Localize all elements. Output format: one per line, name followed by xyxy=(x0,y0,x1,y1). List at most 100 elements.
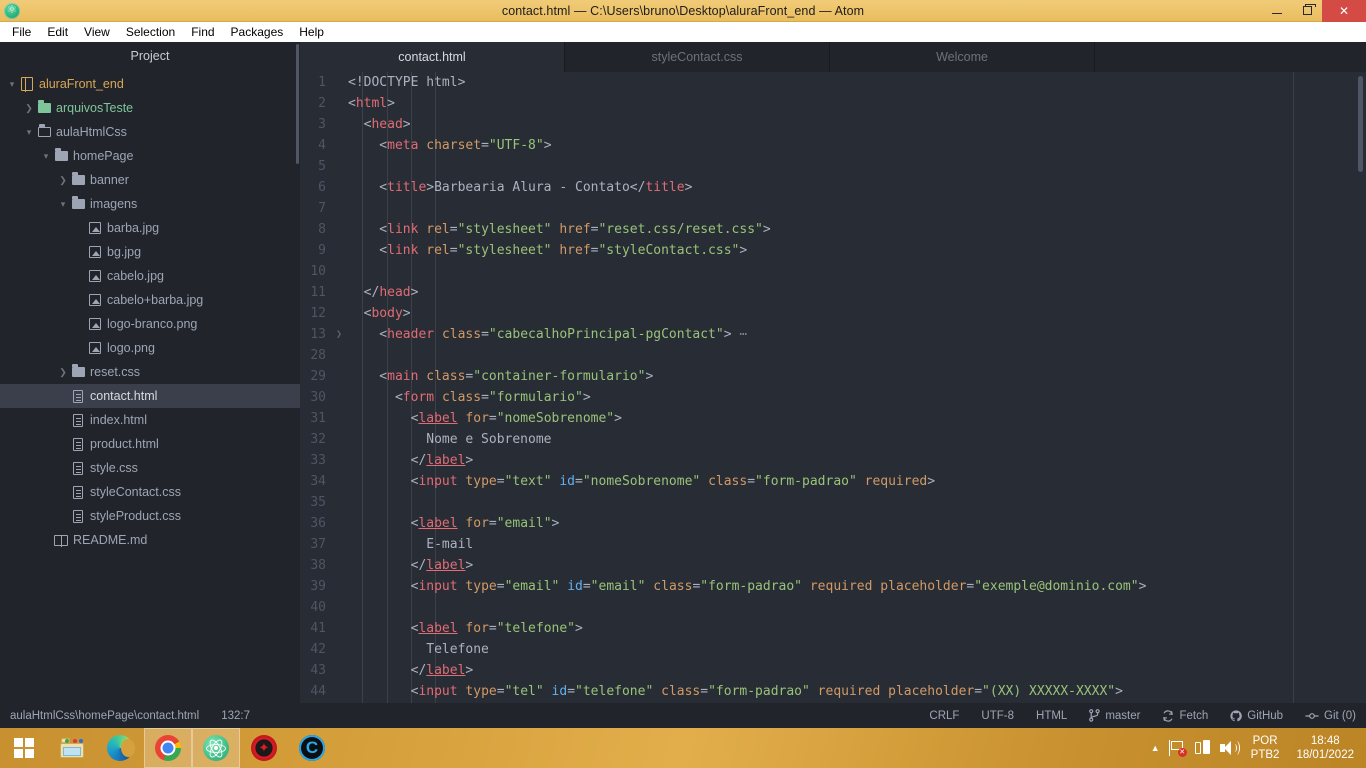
code-line: 39 <input type="email" id="email" class=… xyxy=(300,576,1366,597)
tree-item[interactable]: logo.png xyxy=(0,336,300,360)
editor-tab-label: Welcome xyxy=(936,50,988,64)
tree-item[interactable]: cabelo.jpg xyxy=(0,264,300,288)
menu-item-packages[interactable]: Packages xyxy=(223,23,292,41)
editor-scrollbar[interactable] xyxy=(1358,76,1363,172)
status-encoding[interactable]: UTF-8 xyxy=(981,710,1014,722)
code-line: 4 <meta charset="UTF-8"> xyxy=(300,135,1366,156)
tree-item[interactable]: index.html xyxy=(0,408,300,432)
tree-item[interactable]: product.html xyxy=(0,432,300,456)
status-grammar[interactable]: HTML xyxy=(1036,710,1067,722)
editor-tab[interactable]: styleContact.css xyxy=(565,42,830,72)
line-number: 44 xyxy=(300,681,334,702)
blue-c-app-button[interactable]: C xyxy=(288,728,336,768)
menu-item-find[interactable]: Find xyxy=(183,23,222,41)
status-fetch-label: Fetch xyxy=(1179,709,1209,722)
code-line-text: <body> xyxy=(348,306,411,321)
code-editor[interactable]: 1 <!DOCTYPE html> 2 <html> 3 <head> 4 <meta c… xyxy=(300,72,1366,703)
system-tray: ▲ ✕ POR PTB2 18:48 18/01/2022 xyxy=(1151,734,1366,762)
file-tree: ▾ aluraFront_end ❯ arquivosTeste ▾ aulaHtmlCs… xyxy=(0,70,300,552)
tree-item[interactable]: cabelo+barba.jpg xyxy=(0,288,300,312)
tree-item[interactable]: styleProduct.css xyxy=(0,504,300,528)
show-hidden-icons-icon[interactable]: ▲ xyxy=(1151,743,1160,753)
minimize-button[interactable] xyxy=(1262,0,1292,22)
menu-item-file[interactable]: File xyxy=(4,23,39,41)
status-github[interactable]: GitHub xyxy=(1230,710,1283,722)
tree-item[interactable]: ❯ banner xyxy=(0,168,300,192)
file-explorer-button[interactable] xyxy=(48,728,96,768)
tree-item[interactable]: style.css xyxy=(0,456,300,480)
language-indicator[interactable]: POR PTB2 xyxy=(1247,734,1284,762)
code-line: 10 xyxy=(300,261,1366,282)
chevron-down-icon[interactable]: ▾ xyxy=(57,199,69,209)
tree-item[interactable]: styleContact.css xyxy=(0,480,300,504)
network-icon[interactable] xyxy=(1194,740,1211,756)
tree-item[interactable]: bg.jpg xyxy=(0,240,300,264)
status-branch-label: master xyxy=(1105,709,1141,722)
volume-icon[interactable] xyxy=(1219,740,1240,756)
tree-item[interactable]: ▾ homePage xyxy=(0,144,300,168)
code-fold-toggle-icon[interactable]: ❯ xyxy=(334,324,344,345)
status-fetch[interactable]: Fetch xyxy=(1162,710,1208,722)
chevron-right-icon[interactable]: ❯ xyxy=(57,175,69,185)
sidebar-scrollbar[interactable] xyxy=(296,44,299,164)
tree-item[interactable]: README.md xyxy=(0,528,300,552)
sync-icon xyxy=(1162,709,1174,722)
chevron-down-icon[interactable]: ▾ xyxy=(40,151,52,161)
menu-item-selection[interactable]: Selection xyxy=(118,23,183,41)
editor-tab[interactable]: contact.html xyxy=(300,42,565,72)
folder-icon xyxy=(69,364,87,377)
clock-date: 18/01/2022 xyxy=(1296,749,1354,761)
desktop-screen: ⚛ contact.html — C:\Users\bruno\Desktop\… xyxy=(0,0,1366,768)
line-number: 4 xyxy=(300,135,334,156)
chrome-button[interactable] xyxy=(144,728,192,768)
code-fold-spacer xyxy=(334,387,344,408)
tree-item-label: index.html xyxy=(90,413,147,427)
tree-item-label: reset.css xyxy=(90,365,141,379)
status-cursor-position[interactable]: 132:7 xyxy=(221,710,250,722)
atom-button[interactable] xyxy=(192,728,240,768)
red-app-button[interactable]: ✦ xyxy=(240,728,288,768)
tree-item[interactable]: logo-branco.png xyxy=(0,312,300,336)
status-git-changes[interactable]: Git (0) xyxy=(1305,710,1356,722)
chevron-down-icon[interactable]: ▾ xyxy=(6,79,18,89)
tab-bar: contact.html styleContact.css Welcome xyxy=(300,42,1366,72)
chevron-right-icon[interactable]: ❯ xyxy=(57,367,69,377)
tree-item[interactable]: ▾ imagens xyxy=(0,192,300,216)
tree-item[interactable]: contact.html xyxy=(0,384,300,408)
tree-item-label: barba.jpg xyxy=(107,221,160,235)
close-button[interactable]: ✕ xyxy=(1322,0,1366,22)
chevron-down-icon[interactable]: ▾ xyxy=(23,127,35,137)
tree-item-label: imagens xyxy=(90,197,138,211)
maximize-button[interactable] xyxy=(1292,0,1322,22)
clock-time: 18:48 xyxy=(1310,735,1340,747)
code-line: 2 <html> xyxy=(300,93,1366,114)
tree-item[interactable]: ▾ aulaHtmlCss xyxy=(0,120,300,144)
menu-item-edit[interactable]: Edit xyxy=(39,23,76,41)
tree-item[interactable]: ▾ aluraFront_end xyxy=(0,72,300,96)
menu-item-help[interactable]: Help xyxy=(291,23,332,41)
chevron-right-icon[interactable]: ❯ xyxy=(23,103,35,113)
file-icon xyxy=(69,389,87,403)
tree-item[interactable]: ❯ reset.css xyxy=(0,360,300,384)
start-button[interactable] xyxy=(0,728,48,768)
editor-tab[interactable]: Welcome xyxy=(830,42,1095,72)
tree-item[interactable]: ❯ arquivosTeste xyxy=(0,96,300,120)
status-branch[interactable]: master xyxy=(1089,709,1140,722)
tree-item[interactable]: barba.jpg xyxy=(0,216,300,240)
code-fold-spacer xyxy=(334,114,344,135)
code-line: 13 ❯ <header class="cabecalhoPrincipal-pg… xyxy=(300,324,1366,345)
editor-tab-label: styleContact.css xyxy=(651,50,743,64)
line-number: 8 xyxy=(300,219,334,240)
edge-button[interactable] xyxy=(96,728,144,768)
code-line-text: </label> xyxy=(348,453,474,468)
status-file-path[interactable]: aulaHtmlCss\homePage\contact.html xyxy=(10,710,199,722)
status-line-ending[interactable]: CRLF xyxy=(929,710,959,722)
action-center-flag-icon[interactable]: ✕ xyxy=(1168,740,1187,757)
menu-item-view[interactable]: View xyxy=(76,23,118,41)
book-icon xyxy=(18,77,36,92)
code-fold-spacer xyxy=(334,534,344,555)
clock[interactable]: 18:48 18/01/2022 xyxy=(1292,734,1358,762)
code-fold-spacer xyxy=(334,681,344,702)
windows-logo-icon xyxy=(14,738,34,758)
